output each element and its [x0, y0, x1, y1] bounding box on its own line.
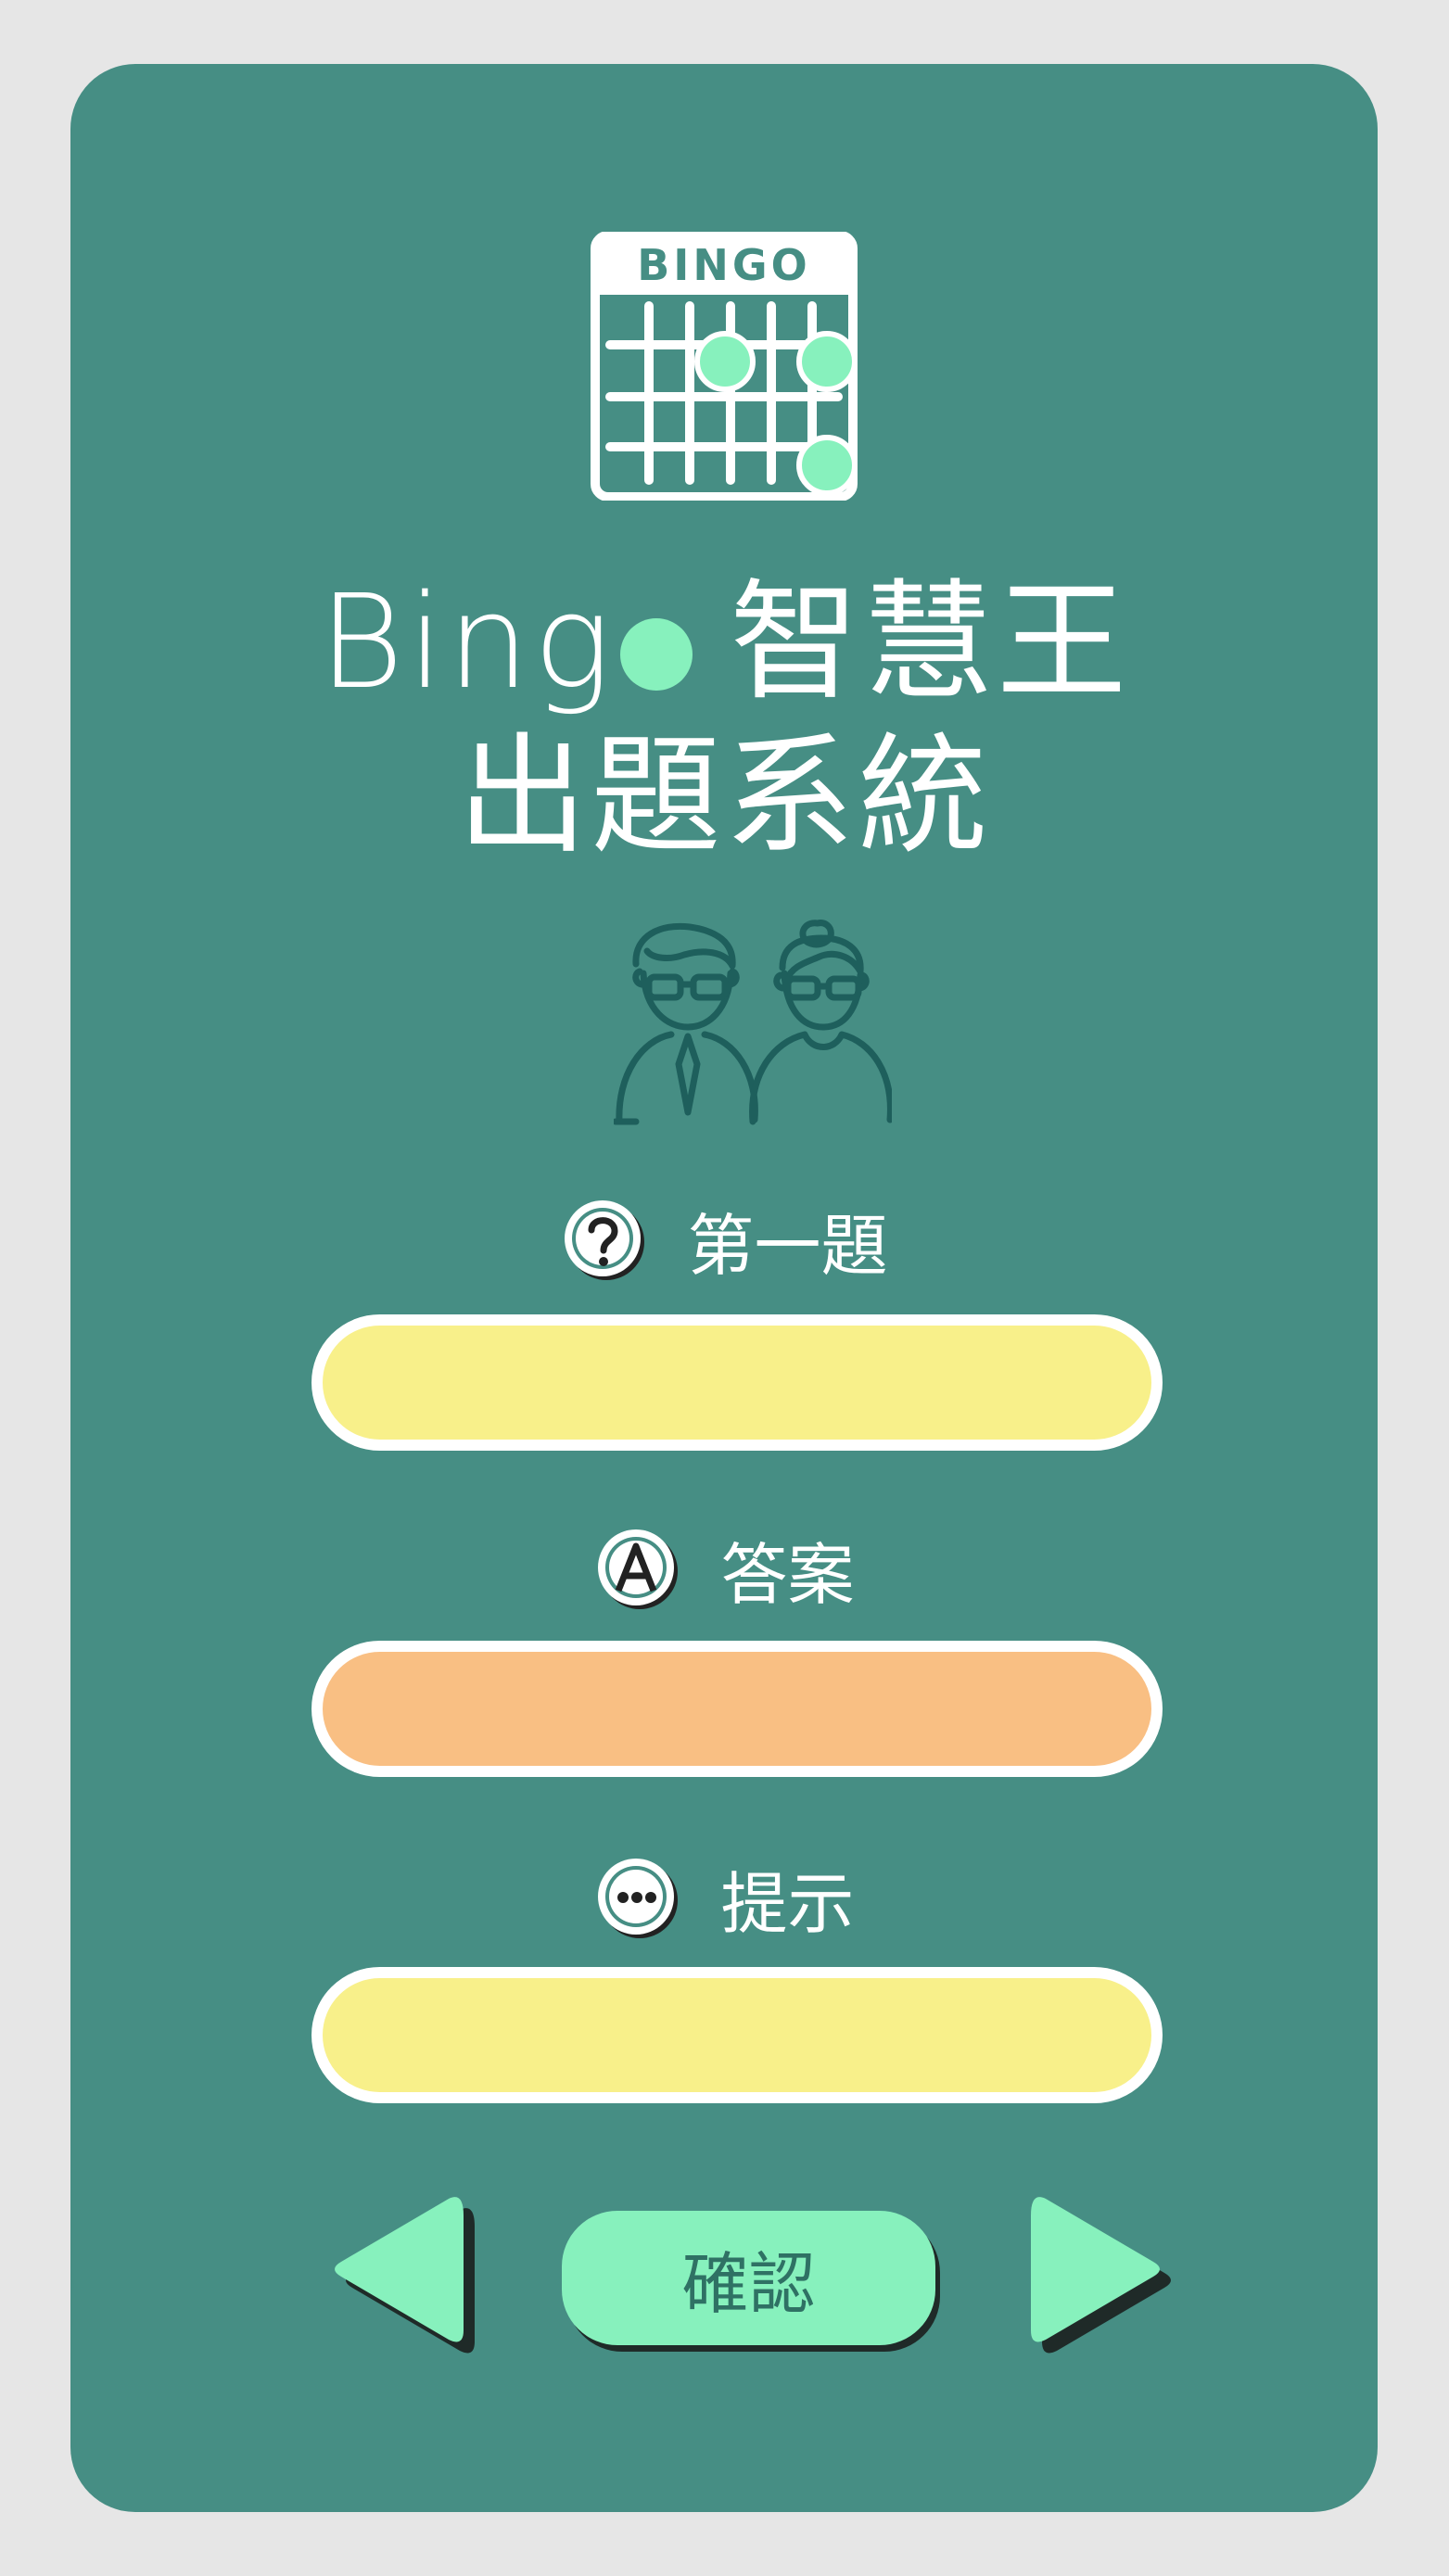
teachers-icon: [614, 920, 892, 1125]
ellipsis-icon: [598, 1858, 679, 1938]
question-label-row: 第一題: [0, 1191, 1449, 1288]
answer-label: 答案: [720, 1536, 855, 1614]
answer-input[interactable]: [311, 1641, 1163, 1777]
question-label: 第一題: [687, 1207, 888, 1285]
answer-label-row: 答案: [0, 1520, 1449, 1618]
bingo-card-icon: BINGO: [591, 232, 858, 501]
title-line-1: Bing 智慧王: [0, 569, 1449, 717]
hint-input[interactable]: [311, 1967, 1163, 2103]
next-button[interactable]: [1031, 2197, 1176, 2356]
hint-label: 提示: [720, 1865, 855, 1943]
letter-a-icon: [598, 1529, 679, 1609]
confirm-button[interactable]: 確認: [562, 2211, 935, 2345]
question-input[interactable]: [311, 1314, 1163, 1451]
title-line-2: 出題系統: [457, 721, 992, 872]
title-suffix: 智慧王: [730, 567, 1131, 718]
question-icon: [565, 1199, 645, 1280]
bingo-dot-icon: [620, 618, 693, 691]
hint-label-row: 提示: [0, 1849, 1449, 1947]
title-prefix: Bing: [318, 567, 616, 718]
previous-button[interactable]: [330, 2197, 475, 2356]
bingo-logo-text: BINGO: [637, 240, 811, 290]
